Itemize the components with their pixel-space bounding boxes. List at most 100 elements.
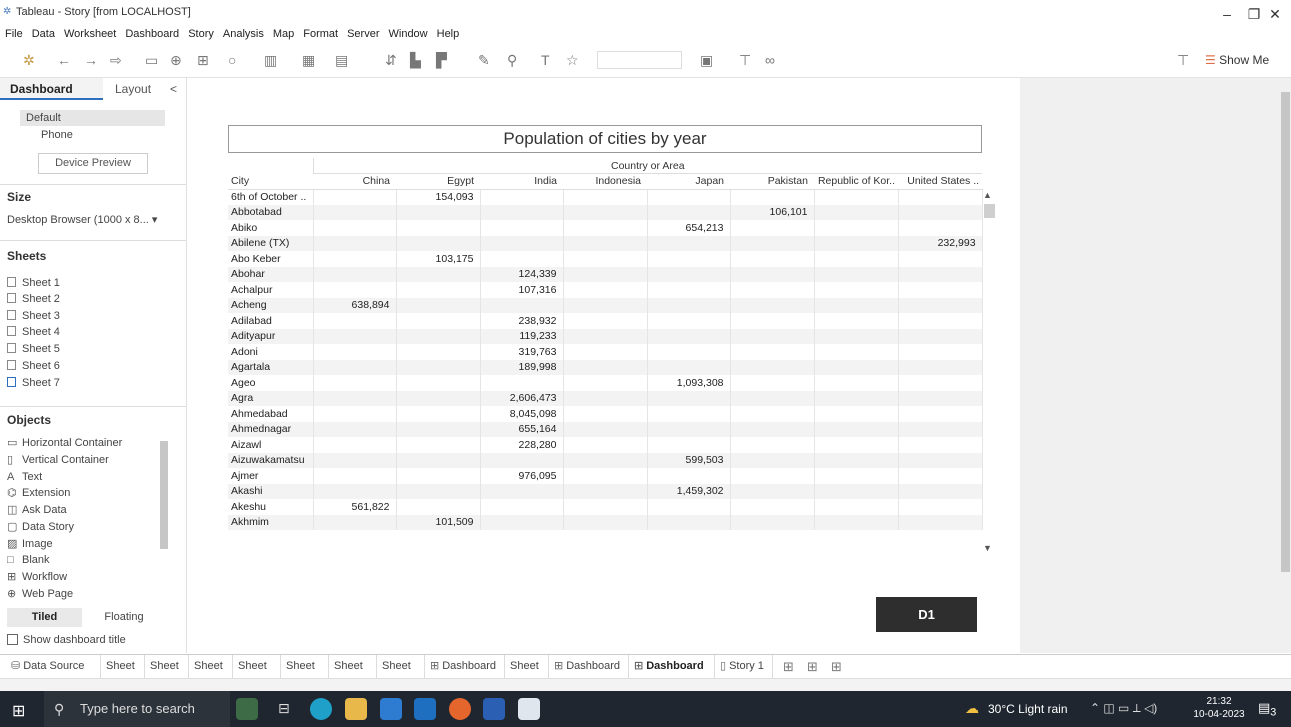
- menu-map[interactable]: Map: [273, 26, 294, 42]
- value-cell[interactable]: [898, 282, 983, 298]
- clock[interactable]: 21:32 10-04-2023: [1193, 695, 1245, 721]
- table-row[interactable]: Aizawl 228,280: [228, 437, 983, 453]
- city-cell[interactable]: Ahmedabad: [228, 406, 314, 422]
- value-cell[interactable]: 228,280: [480, 437, 564, 453]
- device-phone[interactable]: Phone: [41, 127, 73, 143]
- value-cell[interactable]: [313, 266, 397, 282]
- value-cell[interactable]: [563, 499, 648, 515]
- tableau-app-icon[interactable]: [518, 698, 540, 720]
- value-cell[interactable]: [898, 483, 983, 499]
- refresh-icon[interactable]: ○: [228, 52, 236, 68]
- value-cell[interactable]: [313, 189, 397, 205]
- value-cell[interactable]: [647, 359, 731, 375]
- floating-button[interactable]: Floating: [84, 608, 164, 627]
- firefox-icon[interactable]: [449, 698, 471, 720]
- value-cell[interactable]: [647, 282, 731, 298]
- object-image[interactable]: ▨ Image: [7, 536, 53, 552]
- show-title-checkbox[interactable]: [7, 634, 18, 645]
- value-cell[interactable]: [313, 390, 397, 406]
- sheet-tab[interactable]: Sheet 4: [233, 655, 281, 695]
- table-row[interactable]: Akashi 1,459,302: [228, 483, 983, 499]
- value-cell[interactable]: [480, 204, 564, 220]
- tiled-button[interactable]: Tiled: [7, 608, 82, 627]
- city-cell[interactable]: Agra: [228, 390, 314, 406]
- value-cell[interactable]: 101,509: [396, 514, 481, 530]
- object-ask-data[interactable]: ◫ Ask Data: [7, 502, 67, 518]
- new-dashboard-tab-icon[interactable]: ⊞: [807, 659, 818, 675]
- city-cell[interactable]: Abohar: [228, 266, 314, 282]
- value-cell[interactable]: [898, 189, 983, 205]
- column-header[interactable]: Republic of Kor..: [814, 173, 898, 190]
- value-cell[interactable]: [396, 220, 481, 236]
- value-cell[interactable]: [563, 297, 648, 313]
- d1-button[interactable]: D1: [876, 597, 977, 632]
- value-cell[interactable]: [480, 251, 564, 267]
- sheet-tab[interactable]: Sheet 2: [145, 655, 189, 695]
- menu-worksheet[interactable]: Worksheet: [64, 26, 116, 42]
- table-row[interactable]: Ageo 1,093,308: [228, 375, 983, 391]
- canvas-vertical-scrollbar[interactable]: [1280, 78, 1291, 653]
- object-text[interactable]: A Text: [7, 469, 42, 485]
- sheet-tab[interactable]: ⊞Dashboard 2: [549, 655, 629, 695]
- highlight-icon[interactable]: ✎: [478, 52, 490, 68]
- sheet-tab[interactable]: ⊞Dashboard 3: [629, 655, 715, 695]
- tray-icons[interactable]: ⌃ ◫ ▭ ⟂ ◁): [1090, 701, 1157, 716]
- value-cell[interactable]: [647, 266, 731, 282]
- weather-text[interactable]: 30°C Light rain: [988, 702, 1068, 716]
- value-cell[interactable]: [730, 266, 815, 282]
- column-header[interactable]: Egypt: [396, 173, 480, 190]
- table-scrollbar[interactable]: ▲ ▼: [983, 190, 997, 555]
- presentation-icon[interactable]: ⊤: [739, 52, 751, 68]
- sheet-tab[interactable]: ⛁ Data Source: [6, 655, 101, 678]
- value-cell[interactable]: [480, 220, 564, 236]
- value-cell[interactable]: [898, 499, 983, 515]
- scroll-down-icon[interactable]: ▼: [983, 543, 992, 553]
- collapse-sidebar-button[interactable]: <: [170, 78, 177, 100]
- value-cell[interactable]: 599,503: [647, 452, 731, 468]
- value-cell[interactable]: [814, 468, 899, 484]
- menu-story[interactable]: Story: [188, 26, 214, 42]
- sort-descending-icon[interactable]: ▛: [436, 52, 447, 68]
- value-cell[interactable]: [898, 204, 983, 220]
- value-cell[interactable]: [814, 313, 899, 329]
- value-cell[interactable]: [898, 468, 983, 484]
- value-cell[interactable]: [730, 220, 815, 236]
- value-cell[interactable]: 232,993: [898, 235, 983, 251]
- value-cell[interactable]: [647, 313, 731, 329]
- value-cell[interactable]: [730, 452, 815, 468]
- value-cell[interactable]: [730, 375, 815, 391]
- tab-dashboard[interactable]: Dashboard: [0, 78, 103, 100]
- column-header[interactable]: United States ..: [898, 173, 983, 190]
- sort-ascending-icon[interactable]: ▙: [410, 52, 421, 68]
- show-title-checkbox-row[interactable]: Show dashboard title: [7, 632, 126, 648]
- object-extension[interactable]: ⌬ Extension: [7, 485, 70, 501]
- object-vertical-container[interactable]: ▯ Vertical Container: [7, 452, 109, 468]
- value-cell[interactable]: [814, 297, 899, 313]
- value-cell[interactable]: [396, 297, 481, 313]
- value-cell[interactable]: [396, 390, 481, 406]
- value-cell[interactable]: [898, 297, 983, 313]
- city-cell[interactable]: Abbotabad: [228, 204, 314, 220]
- value-cell[interactable]: [814, 204, 899, 220]
- sheet-tab[interactable]: Sheet 3: [189, 655, 233, 695]
- value-cell[interactable]: [814, 189, 899, 205]
- value-cell[interactable]: [563, 282, 648, 298]
- edge-icon[interactable]: [310, 698, 332, 720]
- crosstab-sheet[interactable]: Population of cities by year Country or …: [228, 125, 997, 561]
- menu-format[interactable]: Format: [303, 26, 338, 42]
- city-cell[interactable]: Acheng: [228, 297, 314, 313]
- value-cell[interactable]: [730, 344, 815, 360]
- value-cell[interactable]: [396, 375, 481, 391]
- value-cell[interactable]: 638,894: [313, 297, 397, 313]
- value-cell[interactable]: [730, 483, 815, 499]
- value-cell[interactable]: [563, 390, 648, 406]
- tab-layout[interactable]: Layout: [103, 78, 163, 100]
- value-cell[interactable]: [814, 452, 899, 468]
- table-row[interactable]: Aizuwakamatsu 599,503: [228, 452, 983, 468]
- value-cell[interactable]: [313, 359, 397, 375]
- presentation-mode-icon[interactable]: ⊤: [1177, 52, 1189, 68]
- value-cell[interactable]: [814, 266, 899, 282]
- table-row[interactable]: Abilene (TX) 232,993: [228, 235, 983, 251]
- value-cell[interactable]: [814, 359, 899, 375]
- column-header[interactable]: Japan: [647, 173, 730, 190]
